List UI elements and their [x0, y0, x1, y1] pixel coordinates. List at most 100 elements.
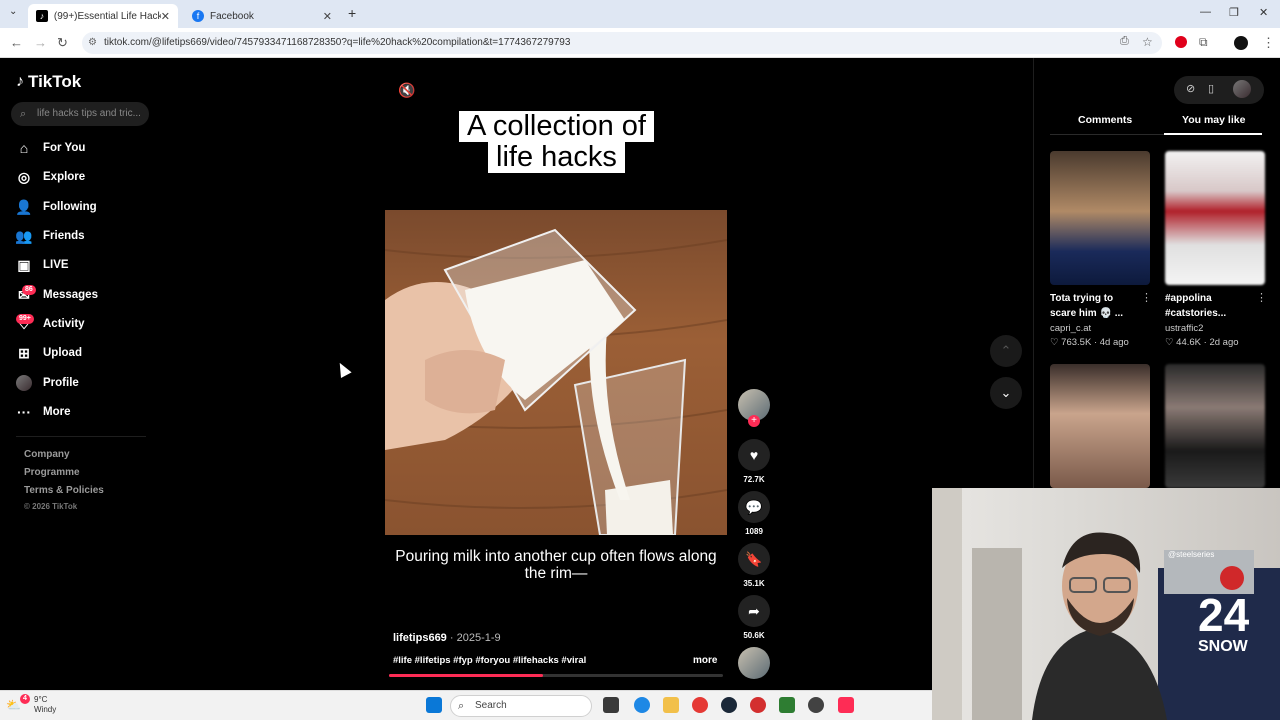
- progress-fill: [389, 674, 543, 677]
- suggested-video-user[interactable]: capri_c.at: [1050, 323, 1091, 334]
- music-disc-button[interactable]: [738, 647, 770, 679]
- weather-widget[interactable]: 9°C Windy: [34, 695, 56, 715]
- share-icon[interactable]: ➦: [738, 595, 770, 627]
- app-icon[interactable]: [779, 697, 795, 713]
- nav-item-more[interactable]: ··· More: [16, 401, 70, 423]
- mute-icon[interactable]: 🔇: [398, 82, 415, 99]
- nav-label: LIVE: [43, 259, 69, 271]
- browser-tab-facebook[interactable]: f Facebook ✕: [184, 4, 340, 28]
- suggested-video-age: 4d ago: [1099, 337, 1129, 348]
- video-progress-bar[interactable]: [389, 674, 723, 677]
- bookmark-icon[interactable]: 🔖: [738, 543, 770, 575]
- extensions-puzzle-icon[interactable]: ⧉: [1199, 35, 1208, 50]
- site-info-icon[interactable]: ⚙: [88, 32, 97, 54]
- footer-link-company[interactable]: Company: [24, 449, 70, 460]
- url-text: tiktok.com/@lifetips669/video/7457933471…: [104, 37, 571, 48]
- windows-taskbar: ⛅ 4 9°C Windy ⌕ Search: [0, 690, 932, 720]
- taskbar-search-placeholder: Search: [475, 700, 507, 711]
- footer-link-terms[interactable]: Terms & Policies: [24, 485, 104, 496]
- previous-video-button[interactable]: ⌃: [990, 335, 1022, 367]
- share-action[interactable]: ➦ 50.6K: [738, 595, 770, 640]
- file-explorer-icon[interactable]: [663, 697, 679, 713]
- browser-menu-icon[interactable]: ⋮: [1262, 35, 1275, 51]
- comment-action[interactable]: 💬 1089: [738, 491, 770, 536]
- forward-arrow-icon[interactable]: →: [34, 35, 47, 50]
- opera-extension-icon[interactable]: [1175, 36, 1187, 48]
- tab-comments[interactable]: Comments: [1078, 114, 1132, 126]
- app-icon[interactable]: [808, 697, 824, 713]
- suggested-video-thumbnail[interactable]: [1165, 364, 1265, 488]
- footer-link-programme[interactable]: Programme: [24, 467, 80, 478]
- more-options-icon[interactable]: ⋮: [1141, 291, 1152, 304]
- nav-item-profile[interactable]: Profile: [16, 372, 79, 394]
- chrome-icon[interactable]: [692, 697, 708, 713]
- creator-avatar-button[interactable]: +: [738, 389, 770, 427]
- browser-tab-tiktok[interactable]: ♪ (99+)Essential Life Hacks for Ev ✕: [28, 4, 178, 28]
- tiktok-logo[interactable]: ♪ TikTok: [16, 72, 81, 92]
- maximize-icon[interactable]: ❐: [1229, 6, 1239, 19]
- profile-avatar-icon[interactable]: [1234, 36, 1248, 50]
- nav-item-live[interactable]: ▣ LIVE: [16, 254, 69, 276]
- tiktok-app-icon[interactable]: [838, 697, 854, 713]
- suggested-video-title[interactable]: #appolina #catstories...: [1165, 291, 1255, 321]
- mobile-icon[interactable]: ▯: [1208, 82, 1214, 95]
- save-action[interactable]: 🔖 35.1K: [738, 543, 770, 588]
- steelseries-sticker: @steelseries: [1168, 550, 1215, 559]
- task-view-icon[interactable]: [603, 697, 619, 713]
- nav-label: More: [43, 406, 71, 418]
- more-options-icon[interactable]: ⋮: [1256, 291, 1267, 304]
- compass-icon: ◎: [17, 168, 31, 185]
- video-hashtags[interactable]: #life #lifetips #fyp #foryou #lifehacks …: [393, 655, 586, 666]
- video-author[interactable]: lifetips669 · 2025-1-9: [393, 632, 501, 644]
- like-action[interactable]: ♥ 72.7K: [738, 439, 770, 484]
- nav-item-explore[interactable]: ◎ Explore: [16, 166, 85, 188]
- tab-list-chevron-icon[interactable]: ⌄: [9, 6, 17, 17]
- video-frame-milk-pour: [385, 228, 727, 535]
- video-player[interactable]: [385, 210, 727, 535]
- next-video-button[interactable]: ⌄: [990, 377, 1022, 409]
- sidebar-divider: [16, 436, 146, 437]
- suggested-video-title[interactable]: Tota trying to scare him 💀 ...: [1050, 291, 1140, 321]
- heart-icon[interactable]: ♥: [738, 439, 770, 471]
- steam-icon[interactable]: [721, 697, 737, 713]
- taskbar-search[interactable]: ⌕ Search: [450, 695, 592, 717]
- video-subtitle: Pouring milk into another cup often flow…: [395, 548, 717, 582]
- follow-plus-icon[interactable]: +: [748, 415, 760, 427]
- author-name[interactable]: lifetips669: [393, 632, 447, 644]
- nav-label: Upload: [43, 347, 82, 359]
- suggested-video-user[interactable]: ustraffic2: [1165, 323, 1203, 334]
- user-avatar[interactable]: [1233, 80, 1251, 98]
- close-window-icon[interactable]: ✕: [1259, 6, 1268, 19]
- suggested-video-thumbnail[interactable]: [1050, 364, 1150, 488]
- nav-label: Friends: [43, 230, 85, 242]
- weather-icon[interactable]: ⛅: [6, 698, 21, 712]
- comment-icon[interactable]: 💬: [738, 491, 770, 523]
- back-arrow-icon[interactable]: ←: [10, 35, 23, 50]
- nav-item-upload[interactable]: ⊞ Upload: [16, 342, 82, 364]
- url-field[interactable]: ⚙ tiktok.com/@lifetips669/video/74579334…: [82, 32, 1162, 54]
- bookmark-star-icon[interactable]: ☆: [1142, 35, 1153, 49]
- caption-line: A collection of: [459, 111, 654, 142]
- close-tab-icon[interactable]: ✕: [323, 10, 332, 23]
- suggested-video-thumbnail[interactable]: [1165, 151, 1265, 285]
- copyright-text: © 2026 TikTok: [24, 502, 78, 511]
- install-app-icon[interactable]: ⎙: [1120, 35, 1129, 48]
- more-button[interactable]: more: [693, 655, 717, 666]
- tab-title: (99+)Essential Life Hacks for Ev: [53, 10, 161, 22]
- nav-label: Messages: [43, 289, 98, 301]
- nav-item-following[interactable]: 👤 Following: [15, 196, 96, 218]
- nav-item-for-you[interactable]: ⌂ For You: [16, 137, 86, 159]
- heart-outline-icon: ♡: [1165, 337, 1174, 348]
- tab-you-may-like[interactable]: You may like: [1182, 114, 1245, 126]
- edge-icon[interactable]: [634, 697, 650, 713]
- nav-item-friends[interactable]: 👥 Friends: [15, 225, 85, 247]
- reload-icon[interactable]: ↻: [57, 35, 68, 51]
- search-input[interactable]: ⌕ life hacks tips and tric...: [11, 102, 149, 126]
- windows-start-icon[interactable]: [426, 697, 442, 713]
- close-tab-icon[interactable]: ✕: [161, 10, 170, 23]
- compass-icon[interactable]: ⊘: [1186, 82, 1195, 95]
- minimize-icon[interactable]: —: [1200, 6, 1211, 18]
- suggested-video-thumbnail[interactable]: [1050, 151, 1150, 285]
- new-tab-plus-icon[interactable]: +: [348, 5, 356, 21]
- opera-icon[interactable]: [750, 697, 766, 713]
